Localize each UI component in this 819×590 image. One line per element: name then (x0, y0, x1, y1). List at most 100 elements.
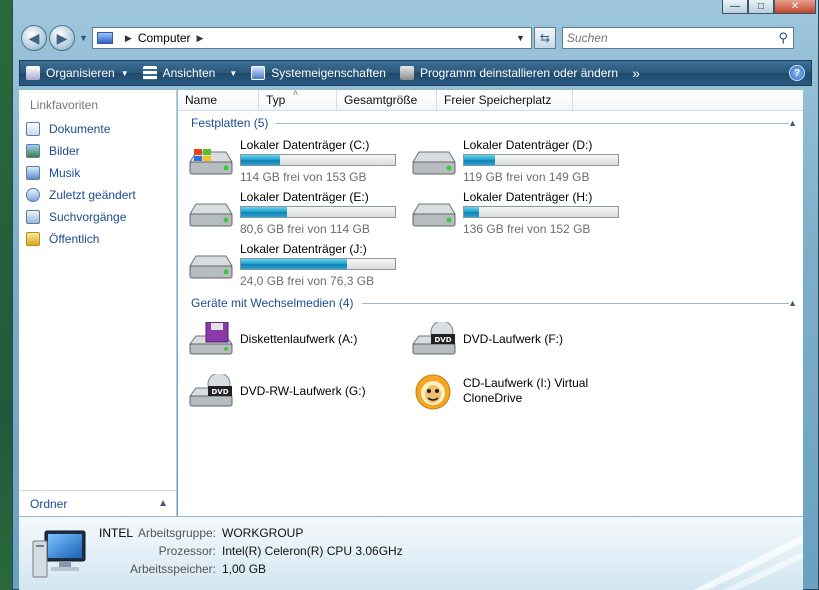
group-header-hard-disks[interactable]: Festplatten (5) ▲ (178, 112, 803, 134)
sidebar-item-label: Zuletzt geändert (49, 188, 136, 202)
sidebar-item-label: Dokumente (49, 122, 111, 136)
folders-toggle[interactable]: Ordner ▲ (19, 490, 176, 516)
sidebar-item-searches[interactable]: Suchvorgänge (19, 206, 176, 228)
drive-usage-fill (241, 259, 348, 269)
breadcrumb-separator-icon[interactable]: ▶ (125, 33, 132, 44)
back-button[interactable]: ◀ (21, 25, 47, 51)
drive-item[interactable]: Lokaler Datenträger (J:) 24,0 GB frei vo… (186, 242, 406, 292)
hard-drive-icon (412, 151, 456, 175)
column-label: Gesamtgröße (344, 93, 418, 107)
more-commands-button[interactable]: » (632, 65, 640, 81)
breadcrumb-separator-icon[interactable]: ▶ (197, 33, 204, 44)
drive-name: Lokaler Datenträger (H:) (463, 190, 593, 204)
column-header-free-space[interactable]: Freier Speicherplatz (437, 90, 573, 110)
search-box[interactable]: ⚲ (561, 27, 794, 49)
group-title: Geräte mit Wechselmedien (4) (191, 296, 354, 310)
chevron-up-icon: ▲ (788, 298, 797, 308)
chevron-down-icon: ▼ (229, 68, 238, 78)
documents-icon (26, 122, 40, 136)
caption-buttons: — □ ✕ (722, 0, 816, 14)
drive-usage-bar (463, 154, 619, 166)
drive-name: Lokaler Datenträger (C:) (240, 138, 370, 152)
history-dropdown-icon[interactable]: ▼ (79, 33, 88, 43)
breadcrumb-computer[interactable]: Computer (138, 31, 191, 45)
navigation-pane: Linkfavoriten Dokumente Bilder Musik Zul… (19, 90, 177, 516)
drive-name: DVD-Laufwerk (F:) (463, 332, 564, 346)
minimize-button[interactable]: — (722, 0, 748, 14)
group-header-removable[interactable]: Geräte mit Wechselmedien (4) ▲ (178, 292, 803, 314)
detail-memory: Arbeitsspeicher: 1,00 GB (19, 562, 266, 576)
refresh-icon: ⇆ (539, 31, 550, 45)
removable-drive-item[interactable]: Diskettenlaufwerk (A:) (186, 316, 406, 362)
drive-name: DVD-RW-Laufwerk (G:) (240, 384, 366, 398)
hard-drive-icon (189, 255, 233, 279)
views-label: Ansichten (162, 66, 216, 80)
hard-drive-icon (412, 203, 456, 227)
sidebar-item-recent[interactable]: Zuletzt geändert (19, 184, 176, 206)
group-divider (276, 122, 789, 124)
sidebar-item-label: Öffentlich (49, 232, 100, 246)
address-dropdown-icon[interactable]: ▼ (516, 33, 525, 43)
close-button[interactable]: ✕ (774, 0, 816, 14)
drive-name: CD-Laufwerk (I:) Virtual (463, 376, 589, 390)
maximize-button[interactable]: □ (748, 0, 774, 14)
sidebar-item-music[interactable]: Musik (19, 162, 176, 184)
hard-drive-icon (189, 203, 233, 227)
column-header-type[interactable]: ˄ Typ (259, 88, 337, 110)
drive-free-space: 119 GB frei von 149 GB (463, 170, 590, 184)
content-pane: Name ˄ Typ Gesamtgröße Freier Speicherpla… (178, 88, 803, 516)
sidebar-item-label: Bilder (49, 144, 80, 158)
drive-usage-fill (241, 155, 280, 165)
removable-drive-item[interactable]: DVD DVD-Laufwerk (F:) (409, 316, 629, 362)
column-headers: Name ˄ Typ Gesamtgröße Freier Speicherpla… (178, 88, 803, 111)
detail-value: Intel(R) Celeron(R) CPU 3.06GHz (222, 544, 403, 558)
search-icon[interactable]: ⚲ (778, 30, 788, 46)
column-header-total-size[interactable]: Gesamtgröße (337, 90, 437, 110)
drive-name: Lokaler Datenträger (E:) (240, 190, 369, 204)
drive-item[interactable]: Lokaler Datenträger (C:) 114 GB frei von… (186, 138, 406, 188)
help-icon: ? (793, 67, 801, 79)
drive-usage-fill (464, 207, 480, 217)
music-icon (26, 166, 40, 180)
removable-drive-item[interactable]: CD-Laufwerk (I:) Virtual CloneDrive (409, 368, 629, 414)
drive-free-space: 136 GB frei von 152 GB (463, 222, 591, 236)
views-button[interactable]: Ansichten ▼ (142, 66, 238, 80)
address-bar[interactable]: ▶ Computer ▶ ▼ (91, 27, 532, 49)
system-properties-icon (251, 66, 266, 80)
column-label: Freier Speicherplatz (444, 93, 552, 107)
details-pane: INTEL Arbeitsgruppe: WORKGROUP Prozessor… (19, 516, 803, 590)
forward-button[interactable]: ▶ (49, 25, 75, 51)
dvd-rw-drive-icon: DVD (189, 374, 233, 407)
organize-icon (26, 66, 40, 80)
decorative-swoosh (693, 535, 803, 590)
removable-drive-item[interactable]: DVD DVD-RW-Laufwerk (G:) (186, 368, 406, 414)
drive-item[interactable]: Lokaler Datenträger (H:) 136 GB frei von… (409, 190, 629, 240)
column-header-name[interactable]: Name (178, 90, 259, 110)
more-chevron-icon: » (632, 65, 640, 81)
system-properties-button[interactable]: Systemeigenschaften (251, 66, 386, 80)
search-input[interactable] (566, 31, 767, 45)
sidebar-item-public[interactable]: Öffentlich (19, 228, 176, 250)
drive-item[interactable]: Lokaler Datenträger (D:) 119 GB frei von… (409, 138, 629, 188)
drive-usage-fill (241, 207, 288, 217)
drive-free-space: 114 GB frei von 153 GB (240, 170, 367, 184)
chevron-down-icon: ▼ (120, 68, 129, 78)
drive-usage-bar (463, 206, 619, 218)
organize-button[interactable]: Organisieren ▼ (26, 66, 129, 80)
sidebar-item-label: Musik (49, 166, 81, 180)
uninstall-program-button[interactable]: Programm deinstallieren oder ändern (399, 66, 618, 80)
detail-label: Arbeitsspeicher: (129, 562, 216, 576)
help-button[interactable]: ? (789, 65, 805, 81)
sidebar-item-pictures[interactable]: Bilder (19, 140, 176, 162)
column-label: Name (185, 93, 218, 107)
back-arrow-icon: ◀ (28, 29, 40, 46)
system-properties-label: Systemeigenschaften (271, 66, 386, 80)
refresh-button[interactable]: ⇆ (533, 27, 556, 49)
computer-icon (96, 32, 113, 44)
clonedrive-sheep-icon (415, 374, 451, 410)
sidebar-item-documents[interactable]: Dokumente (19, 118, 176, 140)
drive-item[interactable]: Lokaler Datenträger (E:) 80,6 GB frei vo… (186, 190, 406, 240)
views-icon (142, 66, 157, 80)
drive-name-continued: CloneDrive (463, 391, 523, 405)
detail-label: Prozessor: (158, 544, 216, 558)
